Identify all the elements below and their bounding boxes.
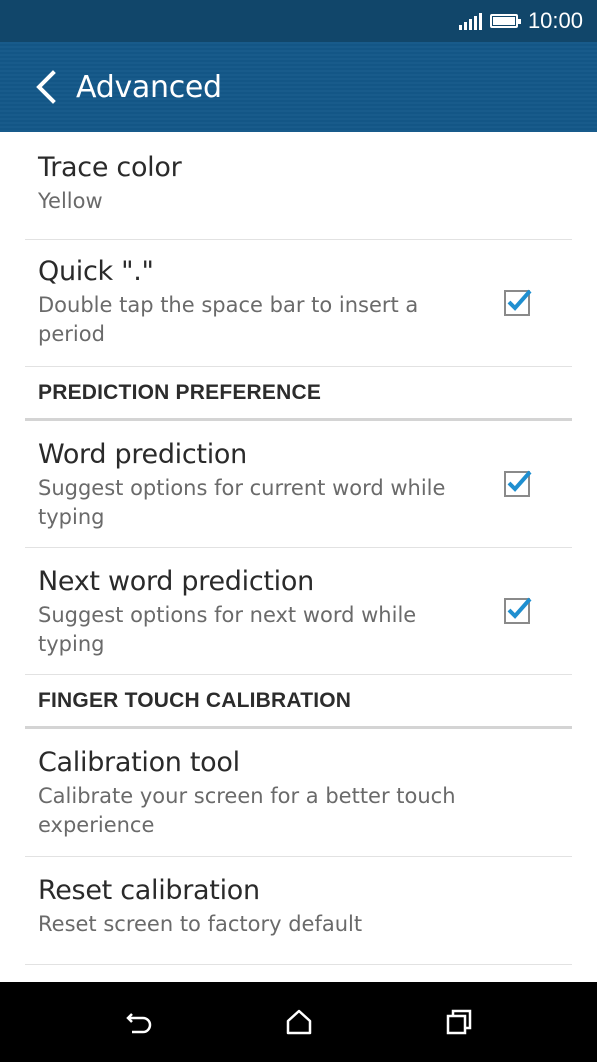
recents-icon bbox=[446, 1009, 471, 1035]
setting-subtitle: Yellow bbox=[38, 189, 103, 213]
setting-reset-calibration[interactable]: Reset calibration Reset screen to factor… bbox=[25, 857, 572, 965]
chevron-left-icon bbox=[36, 70, 56, 104]
page-title: Advanced bbox=[76, 69, 222, 105]
checkbox-checked-icon[interactable] bbox=[504, 469, 532, 497]
setting-subtitle: Double tap the space bar to insert a per… bbox=[38, 293, 419, 346]
setting-calibration-tool[interactable]: Calibration tool Calibrate your screen f… bbox=[25, 729, 572, 857]
setting-trace-color[interactable]: Trace color Yellow bbox=[25, 132, 572, 240]
navigation-bar bbox=[0, 982, 597, 1062]
setting-title: Calibration tool bbox=[38, 747, 240, 778]
setting-subtitle: Calibrate your screen for a better touch… bbox=[38, 784, 456, 837]
home-icon bbox=[286, 1009, 311, 1035]
setting-subtitle: Reset screen to factory default bbox=[38, 912, 363, 936]
setting-next-word-prediction[interactable]: Next word prediction Suggest options for… bbox=[25, 548, 572, 675]
nav-back-button[interactable] bbox=[109, 992, 169, 1052]
status-time: 10:00 bbox=[527, 8, 583, 33]
setting-word-prediction[interactable]: Word prediction Suggest options for curr… bbox=[25, 421, 572, 548]
section-finger-touch-calibration: FINGER TOUCH CALIBRATION bbox=[25, 675, 572, 729]
section-label: PREDICTION PREFERENCE bbox=[38, 380, 322, 404]
status-bar: 10:00 bbox=[0, 0, 597, 42]
checkbox-checked-icon[interactable] bbox=[504, 288, 532, 316]
setting-title: Trace color bbox=[38, 152, 182, 183]
back-button[interactable] bbox=[16, 57, 76, 117]
setting-subtitle: Suggest options for next word while typi… bbox=[38, 603, 417, 656]
section-prediction-preference: PREDICTION PREFERENCE bbox=[25, 367, 572, 421]
setting-title: Reset calibration bbox=[38, 875, 260, 906]
setting-title: Next word prediction bbox=[38, 566, 314, 597]
setting-quick-period[interactable]: Quick "." Double tap the space bar to in… bbox=[25, 240, 572, 367]
nav-home-button[interactable] bbox=[269, 992, 329, 1052]
battery-icon bbox=[489, 14, 521, 28]
nav-recents-button[interactable] bbox=[429, 992, 489, 1052]
app-bar: Advanced bbox=[0, 42, 597, 132]
setting-subtitle: Suggest options for current word while t… bbox=[38, 476, 446, 529]
settings-list: Trace color Yellow Quick "." Double tap … bbox=[0, 132, 597, 965]
section-label: FINGER TOUCH CALIBRATION bbox=[38, 688, 352, 712]
setting-title: Quick "." bbox=[38, 256, 154, 287]
signal-icon bbox=[458, 12, 482, 30]
checkbox-checked-icon[interactable] bbox=[504, 596, 532, 624]
back-arrow-icon bbox=[125, 1013, 151, 1034]
setting-title: Word prediction bbox=[38, 439, 247, 470]
